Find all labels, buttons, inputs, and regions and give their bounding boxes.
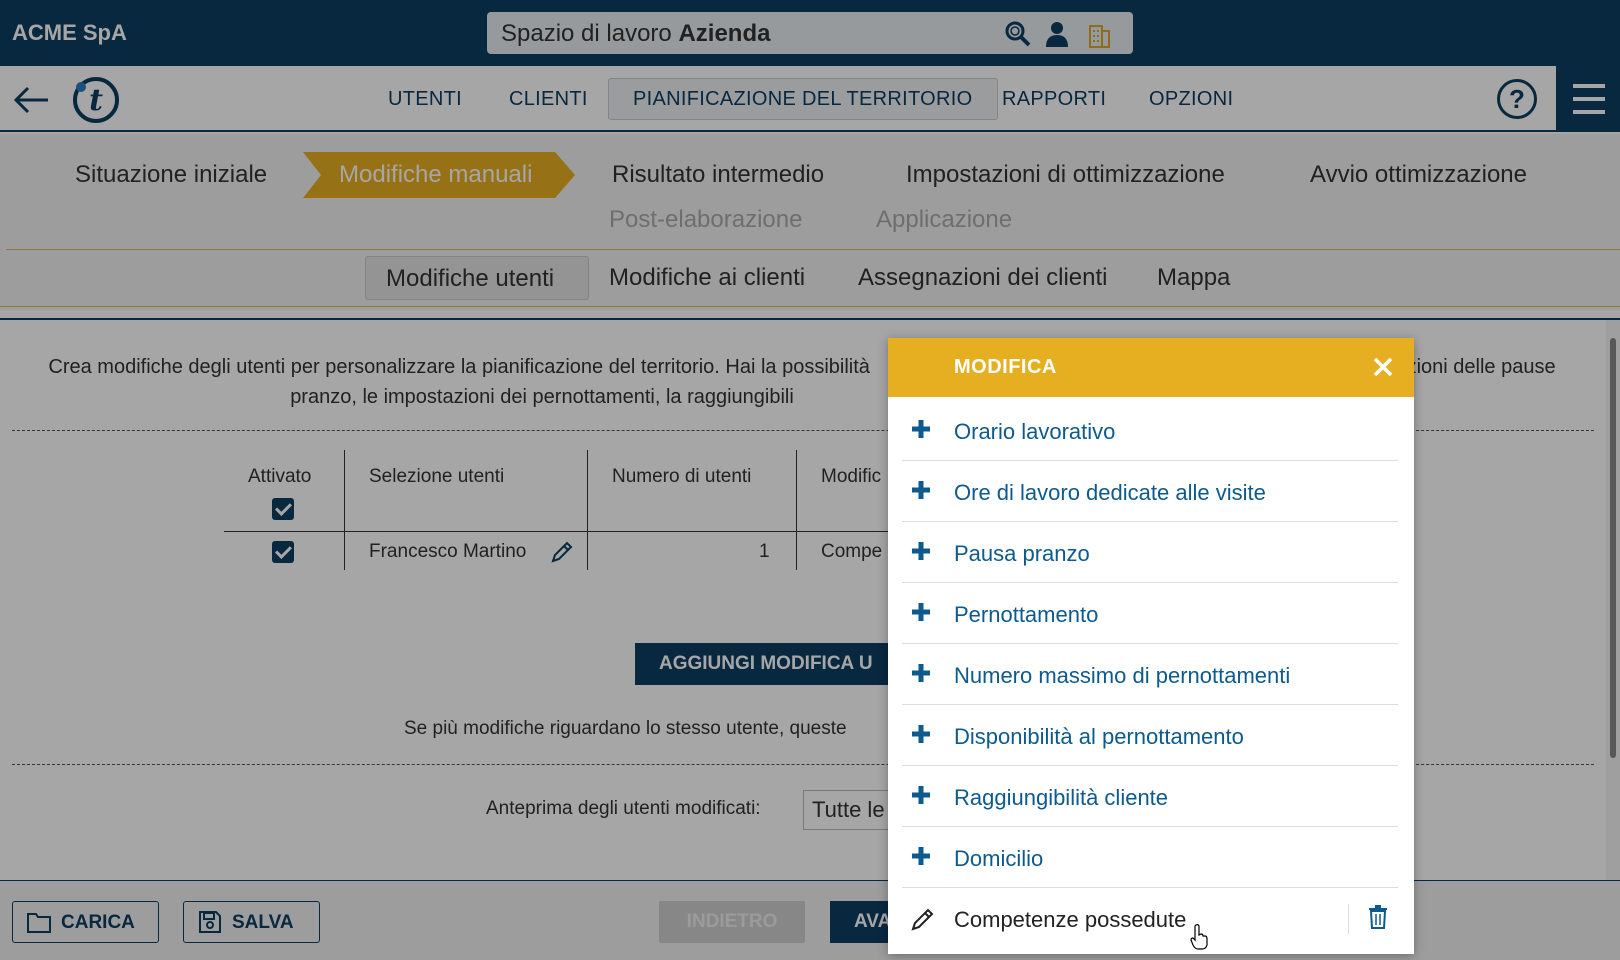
divider [1348,904,1349,934]
option-ore-lavoro-visite[interactable]: Ore di lavoro dedicate alle visite [902,461,1398,522]
plus-icon [912,420,930,438]
plus-icon [912,664,930,682]
plus-icon [912,542,930,560]
plus-icon [912,603,930,621]
pencil-icon [911,908,934,931]
plus-icon [912,725,930,743]
dialog-header: MODIFICA [888,338,1414,397]
plus-icon [912,786,930,804]
option-domicilio[interactable]: Domicilio [902,827,1398,888]
option-label: Numero massimo di pernottamenti [954,663,1291,688]
option-label: Pernottamento [954,602,1099,627]
option-pausa-pranzo[interactable]: Pausa pranzo [902,522,1398,583]
option-label: Raggiungibilità cliente [954,785,1169,810]
dialog-title: MODIFICA [954,356,1057,378]
option-pernottamento[interactable]: Pernottamento [902,583,1398,644]
option-label: Competenze possedute [954,907,1187,932]
option-label: Pausa pranzo [954,541,1090,566]
plus-icon [912,847,930,865]
option-disponibilita-pernottamento[interactable]: Disponibilità al pernottamento [902,705,1398,766]
option-label: Domicilio [954,846,1044,871]
close-icon[interactable] [1372,356,1394,378]
option-orario-lavorativo[interactable]: Orario lavorativo [902,400,1398,461]
option-competenze-possedute[interactable]: Competenze possedute [902,888,1398,949]
modification-dialog: MODIFICA Orario lavorativo Ore di lavoro… [888,338,1414,954]
hand-cursor-icon [1190,924,1208,950]
plus-icon [912,481,930,499]
option-label: Disponibilità al pernottamento [954,724,1244,749]
option-raggiungibilita-cliente[interactable]: Raggiungibilità cliente [902,766,1398,827]
option-label: Orario lavorativo [954,419,1116,444]
trash-icon[interactable] [1368,905,1388,929]
option-label: Ore di lavoro dedicate alle visite [954,480,1266,505]
option-numero-massimo-pernottamenti[interactable]: Numero massimo di pernottamenti [902,644,1398,705]
